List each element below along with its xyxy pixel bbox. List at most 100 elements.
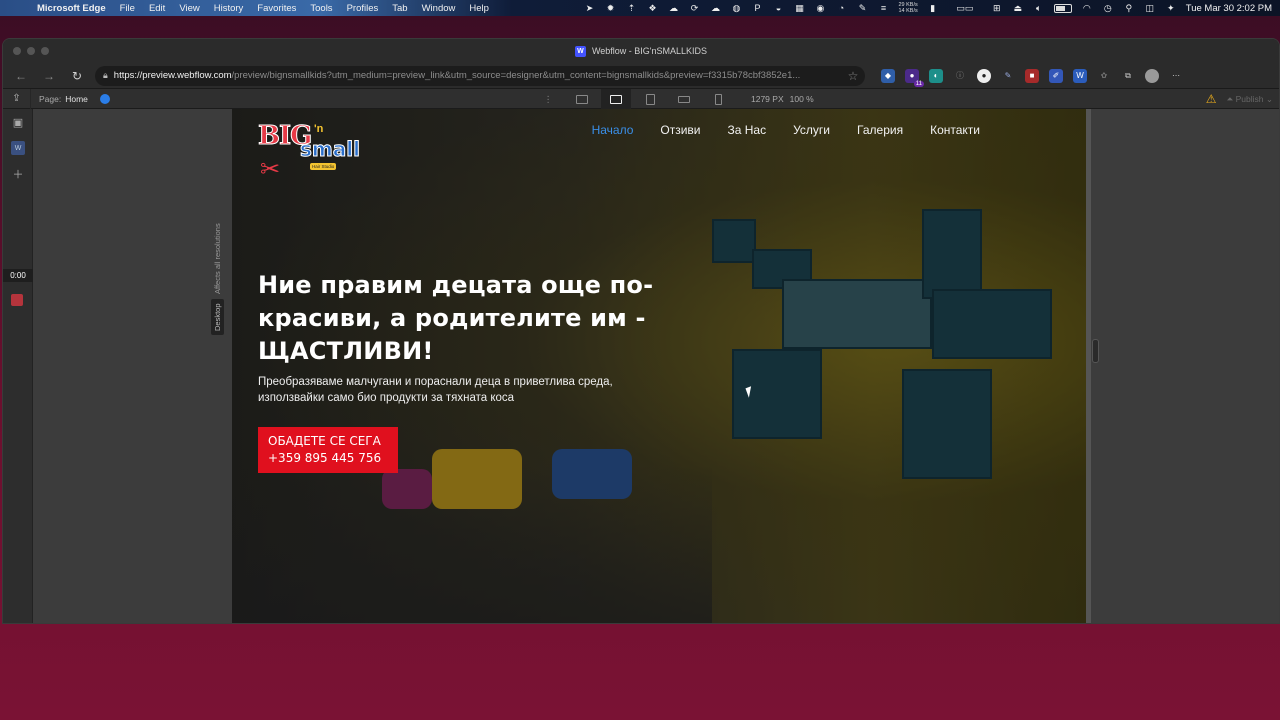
extension-word-icon[interactable]: W — [1073, 68, 1087, 83]
page-selector[interactable]: Page: Home — [31, 94, 88, 104]
export-icon[interactable]: ⇪ — [3, 88, 31, 109]
shortcut-icon[interactable]: ⊞ — [991, 3, 1003, 14]
breakpoint-desktop-icon[interactable] — [601, 89, 631, 109]
nav-reviews[interactable]: Отзиви — [660, 123, 700, 137]
window-title: Webflow - BIG'nSMALLKIDS — [591, 46, 708, 56]
cta-label: ОБАДЕТЕ СЕ СЕГА — [268, 434, 381, 448]
back-button[interactable]: ← — [11, 66, 31, 86]
stop-recording-button[interactable] — [11, 294, 23, 306]
extension-circle-icon[interactable]: ● — [977, 68, 991, 83]
drink-icon[interactable]: ◒ — [772, 3, 784, 14]
extension-shield-icon[interactable]: ◆ — [881, 68, 895, 83]
pen-icon[interactable]: ✎ — [856, 3, 868, 14]
more-options-icon[interactable]: ⋮ — [533, 89, 563, 109]
extension-red-icon[interactable]: ■ — [1025, 68, 1039, 83]
telegram-icon[interactable]: ➤ — [583, 3, 595, 14]
warning-icon[interactable]: ⚠ — [1206, 92, 1217, 106]
publish-button[interactable]: ⏶ Publish ⌄ — [1226, 94, 1273, 105]
canvas-resize-gutter[interactable] — [1086, 109, 1091, 623]
menu-tools[interactable]: Tools — [303, 3, 339, 14]
nav-home[interactable]: Начало — [592, 123, 634, 137]
menu-profiles[interactable]: Profiles — [340, 3, 386, 14]
status-tray: ➤ ✹ ⇡ ❖ ☁ ⟳ ☁ ◍ P ◒ ▦ ◉ ◔ ✎ ≡ 29 KB/s 14… — [583, 2, 1280, 14]
preview-eye-icon[interactable] — [99, 93, 110, 104]
eye-icon[interactable]: ◉ — [814, 3, 826, 14]
p-icon[interactable]: P — [751, 3, 763, 14]
nav-services[interactable]: Услуги — [793, 123, 830, 137]
logo-n: 'n — [314, 123, 324, 135]
list-icon[interactable]: ≡ — [877, 3, 889, 14]
arrow-icon[interactable]: ⇡ — [625, 3, 637, 14]
dropbox-icon[interactable]: ❖ — [646, 3, 658, 14]
menu-app-name[interactable]: Microsoft Edge — [30, 3, 113, 14]
menu-favorites[interactable]: Favorites — [250, 3, 303, 14]
extensions-bar: ◆ ● 11 ◐ ⓘ ● ✎ ■ ✐ W ✩ ⧉ ⋯ — [881, 68, 1183, 87]
airplay-icon[interactable]: ⏏ — [1012, 3, 1024, 14]
favorites-icon[interactable]: ✩ — [1097, 69, 1111, 83]
collections-icon[interactable]: ⧉ — [1121, 69, 1135, 83]
forward-button[interactable]: → — [39, 66, 59, 86]
calendar-icon[interactable]: ▣ — [3, 109, 33, 135]
browser-toolbar: ← → ↻ 🔒︎ https://preview.webflow.com/pre… — [3, 63, 1279, 89]
reload-button[interactable]: ↻ — [67, 66, 87, 86]
time-machine-icon[interactable]: ◷ — [1102, 3, 1114, 14]
canvas-resize-handle[interactable] — [1092, 339, 1099, 363]
logo-studio: Hair Studio — [310, 163, 337, 170]
menubar-clock[interactable]: Tue Mar 30 2:02 PM — [1186, 3, 1272, 14]
address-bar[interactable]: 🔒︎ https://preview.webflow.com/preview/b… — [95, 65, 865, 86]
add-icon[interactable]: ＋ — [3, 161, 33, 187]
favorite-star-icon[interactable]: ☆ — [843, 66, 863, 86]
sync-icon[interactable]: ⟳ — [688, 3, 700, 14]
breakpoint-large-desktop-icon[interactable] — [567, 89, 597, 109]
extension-blue-pen-icon[interactable]: ✐ — [1049, 68, 1063, 83]
menu-view[interactable]: View — [172, 3, 206, 14]
site-logo[interactable]: BIG 'n small Hair Studio ✂ — [257, 121, 360, 187]
nav-contacts[interactable]: Контакти — [930, 123, 980, 137]
breakpoint-mobile-icon[interactable] — [703, 89, 733, 109]
breakpoint-tablet-icon[interactable] — [635, 89, 665, 109]
extension-teal-icon[interactable]: ◐ — [929, 68, 943, 83]
nav-about[interactable]: За Нас — [728, 123, 767, 137]
url-path: /preview/bignsmallkids?utm_medium=previe… — [231, 70, 801, 81]
gear-icon[interactable]: ✹ — [604, 3, 616, 14]
extension-dropper-icon[interactable]: ✎ — [1001, 69, 1015, 83]
breakpoint-selector: ⋮ 1279 PX 100 % — [533, 89, 814, 109]
zoom-window-button[interactable] — [41, 47, 49, 55]
call-now-button[interactable]: ОБАДЕТЕ СЕ СЕГА +359 895 445 756 — [258, 427, 398, 473]
window-titlebar: W Webflow - BIG'nSMALLKIDS — [3, 39, 1279, 63]
volume-icon[interactable]: 🔈︎ — [1033, 3, 1045, 14]
search-icon[interactable]: ⚲ — [1123, 3, 1135, 14]
cta-phone: +359 895 445 756 — [268, 451, 382, 465]
more-menu-icon[interactable]: ⋯ — [1169, 69, 1183, 83]
hero-title: Ние правим децата още по-красиви, а роди… — [258, 271, 654, 365]
profile-avatar[interactable] — [1145, 68, 1159, 83]
cloud-alt-icon[interactable]: ☁ — [709, 3, 721, 14]
close-window-button[interactable] — [13, 47, 21, 55]
clock-icon[interactable]: ◔ — [835, 3, 847, 14]
left-rail: ▣ W ＋ — [3, 109, 33, 623]
siri-icon[interactable]: ✦ — [1165, 3, 1177, 14]
extension-purple-icon[interactable]: ● 11 — [905, 68, 924, 87]
battery-icon[interactable] — [1053, 3, 1072, 13]
browser-window: W Webflow - BIG'nSMALLKIDS ← → ↻ 🔒︎ http… — [2, 38, 1280, 624]
menu-file[interactable]: File — [113, 3, 142, 14]
menu-help[interactable]: Help — [462, 3, 496, 14]
menu-history[interactable]: History — [207, 3, 251, 14]
scissors-icon: ✂ — [260, 156, 281, 183]
lock-icon[interactable]: 🔒︎ — [103, 70, 108, 81]
grid-icon[interactable]: ▦ — [793, 3, 805, 14]
nav-gallery[interactable]: Галерия — [857, 123, 903, 137]
control-center-icon[interactable]: ◫ — [1144, 3, 1156, 14]
wifi-icon[interactable]: ◠ — [1081, 3, 1093, 14]
cloud-icon[interactable]: ☁ — [667, 3, 679, 14]
menu-edit[interactable]: Edit — [142, 3, 172, 14]
minimize-window-button[interactable] — [27, 47, 35, 55]
hero-subtitle: Преобразяваме малчугани и пораснали деца… — [258, 376, 613, 404]
breakpoint-landscape-icon[interactable] — [669, 89, 699, 109]
site-preview: BIG 'n small Hair Studio ✂ Начало Отзиви… — [232, 109, 1086, 623]
menu-window[interactable]: Window — [415, 3, 463, 14]
extension-info-icon[interactable]: ⓘ — [953, 69, 967, 83]
menu-tab[interactable]: Tab — [385, 3, 414, 14]
webflow-panel-button[interactable]: W — [3, 135, 33, 161]
globe-icon[interactable]: ◍ — [730, 3, 742, 14]
